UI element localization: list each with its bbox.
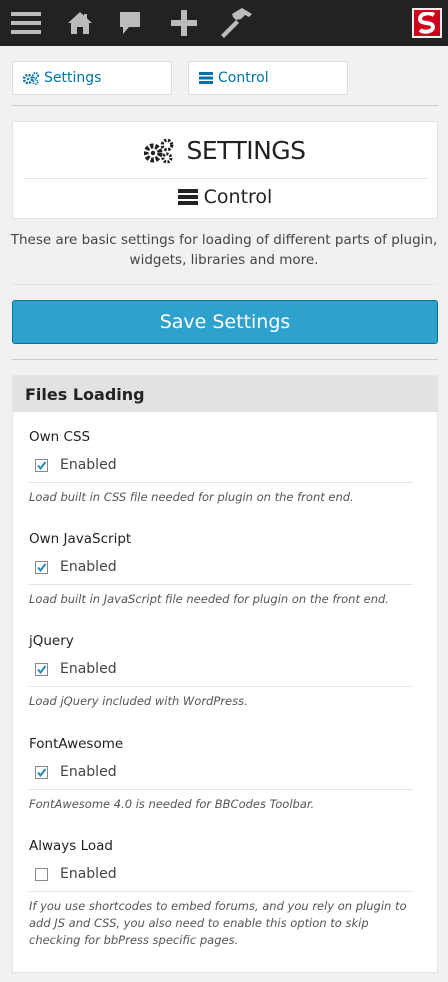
checkbox[interactable] <box>35 560 48 574</box>
divider <box>12 284 438 285</box>
server-icon <box>177 189 198 205</box>
option-checkbox-row[interactable]: Enabled <box>35 764 117 780</box>
avatar[interactable] <box>412 8 442 38</box>
intro-text: These are basic settings for loading of … <box>10 232 438 268</box>
files-loading-panel: Files Loading Own CSS Enabled Load built… <box>12 375 438 973</box>
page-title: SETTINGS <box>13 136 437 165</box>
option-description: Load jQuery included with WordPress. <box>29 694 248 708</box>
tab-settings-label: Settings <box>44 70 102 86</box>
checkbox-label: Enabled <box>60 457 117 473</box>
header-divider <box>23 178 427 179</box>
hammer-icon[interactable] <box>213 0 259 46</box>
option-label: Always Load <box>29 838 113 854</box>
option-own-javascript: Own JavaScript Enabled Load built in Jav… <box>29 529 413 606</box>
tab-control[interactable]: Control <box>188 61 348 95</box>
tab-settings[interactable]: Settings <box>12 61 172 95</box>
checkbox-label: Enabled <box>60 866 117 882</box>
checkbox-label: Enabled <box>60 661 117 677</box>
checkbox[interactable] <box>35 458 48 472</box>
option-divider <box>29 789 413 790</box>
option-checkbox-row[interactable]: Enabled <box>35 457 117 473</box>
option-checkbox-row[interactable]: Enabled <box>35 866 117 882</box>
option-own-css: Own CSS Enabled Load built in CSS file n… <box>29 427 413 504</box>
home-icon[interactable] <box>57 0 103 46</box>
option-description: Load built in CSS file needed for plugin… <box>29 490 354 504</box>
option-divider <box>29 686 413 687</box>
save-settings-button[interactable]: Save Settings <box>12 300 438 344</box>
option-always-load: Always Load Enabled If you use shortcode… <box>29 836 413 947</box>
option-divider <box>29 482 413 483</box>
server-icon <box>199 72 213 84</box>
option-description: FontAwesome 4.0 is needed for BBCodes To… <box>29 797 315 811</box>
option-description: If you use shortcodes to embed forums, a… <box>29 899 407 947</box>
panel-title: Files Loading <box>13 376 437 412</box>
option-description: Load built in JavaScript file needed for… <box>29 592 389 606</box>
checkbox[interactable] <box>35 765 48 779</box>
checkbox[interactable] <box>35 662 48 676</box>
divider <box>12 359 438 360</box>
gears-icon <box>144 138 174 164</box>
comment-icon[interactable] <box>107 0 153 46</box>
option-jquery: jQuery Enabled Load jQuery included with… <box>29 631 413 708</box>
option-label: Own CSS <box>29 429 91 445</box>
tab-control-label: Control <box>218 70 269 86</box>
gears-icon <box>23 71 39 85</box>
checkbox[interactable] <box>35 867 48 881</box>
page-subtitle-text: Control <box>203 186 273 208</box>
option-checkbox-row[interactable]: Enabled <box>35 661 117 677</box>
plus-icon[interactable] <box>161 0 207 46</box>
option-checkbox-row[interactable]: Enabled <box>35 559 117 575</box>
admin-bar <box>0 0 448 46</box>
menu-icon[interactable] <box>3 0 49 46</box>
option-label: FontAwesome <box>29 736 124 752</box>
page-header: SETTINGS Control <box>12 121 438 219</box>
option-divider <box>29 891 413 892</box>
option-divider <box>29 584 413 585</box>
divider <box>12 105 438 106</box>
option-fontawesome: FontAwesome Enabled FontAwesome 4.0 is n… <box>29 734 413 811</box>
checkbox-label: Enabled <box>60 764 117 780</box>
option-label: Own JavaScript <box>29 531 132 547</box>
option-label: jQuery <box>29 633 74 649</box>
page-title-text: SETTINGS <box>186 136 306 165</box>
page-subtitle: Control <box>13 186 437 208</box>
checkbox-label: Enabled <box>60 559 117 575</box>
